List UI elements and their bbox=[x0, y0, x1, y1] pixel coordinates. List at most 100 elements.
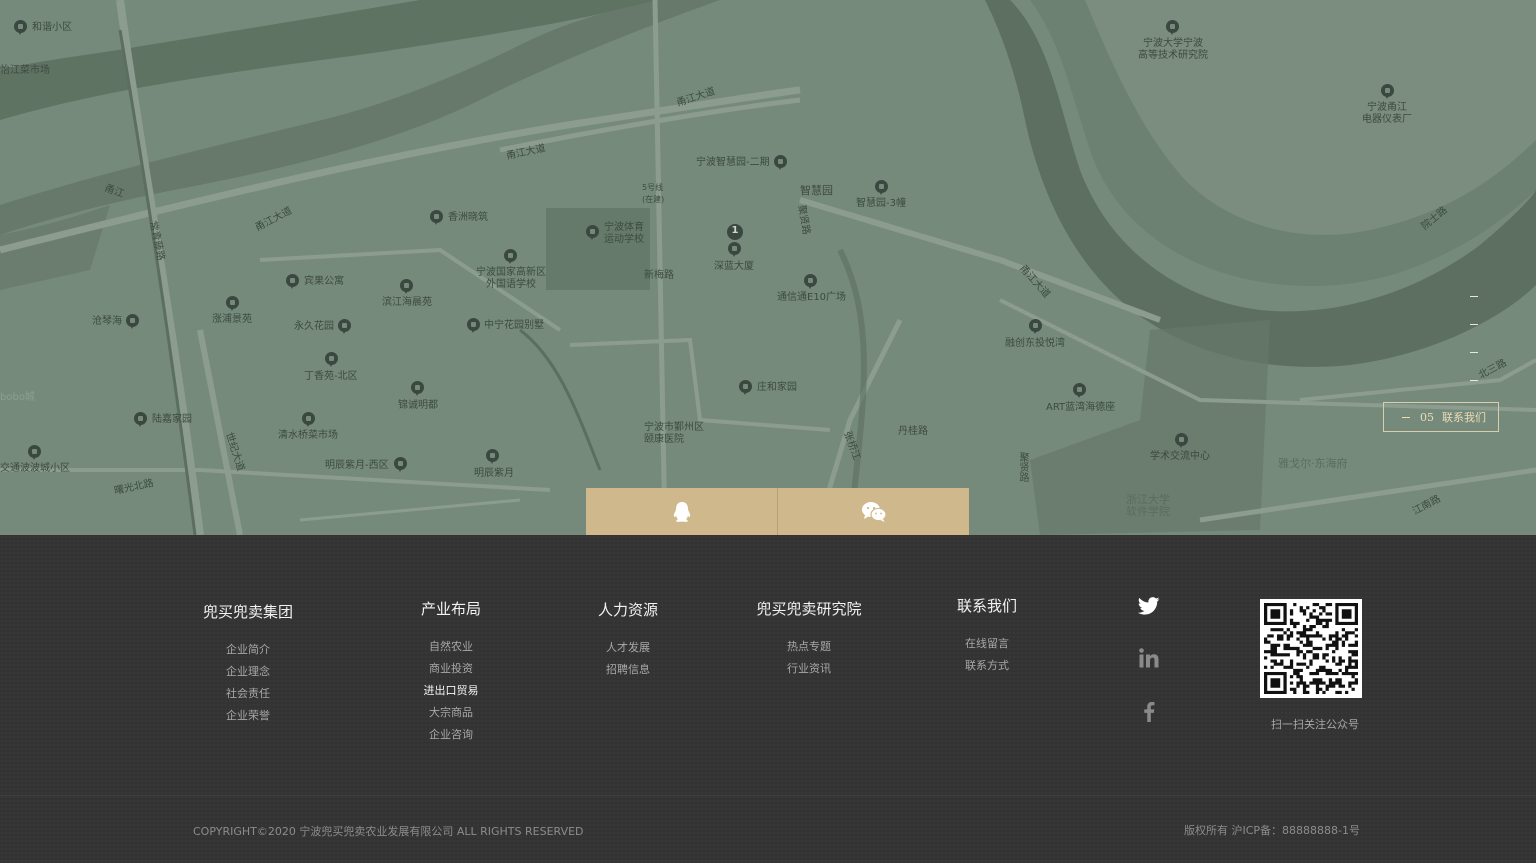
footer-link[interactable]: 企业简介 bbox=[190, 639, 306, 661]
map-label: 深蓝大厦 bbox=[714, 261, 754, 272]
twitter-icon bbox=[1138, 597, 1160, 615]
footer-link[interactable]: 自然农业 bbox=[411, 636, 491, 658]
qq-button[interactable] bbox=[586, 488, 777, 535]
map-label: 5号线 (在建) bbox=[642, 183, 665, 204]
map-label: 智慧园 bbox=[800, 184, 833, 197]
poi-icon bbox=[804, 274, 817, 289]
footer-link[interactable]: 行业资讯 bbox=[744, 658, 874, 680]
footer-column-research: 兜买兜卖研究院 热点专题 行业资讯 bbox=[744, 600, 874, 680]
map-label: 智慧园-3幢 bbox=[856, 198, 906, 209]
poi-icon bbox=[1381, 84, 1394, 99]
map-label: 锦诚明都 bbox=[398, 400, 438, 411]
footer-column-title[interactable]: 人力资源 bbox=[588, 601, 668, 619]
map-label: 宾果公寓 bbox=[304, 276, 344, 287]
poi-icon bbox=[1166, 20, 1179, 35]
poi-icon bbox=[411, 381, 424, 396]
poi-icon bbox=[126, 314, 139, 329]
footer-link[interactable]: 社会责任 bbox=[190, 683, 306, 705]
poi-icon bbox=[134, 412, 147, 427]
map-label: 和谐小区 bbox=[32, 22, 72, 33]
facebook-link[interactable] bbox=[1136, 699, 1162, 725]
footer-column-group: 兜买兜卖集团 企业简介 企业理念 社会责任 企业荣誉 bbox=[190, 603, 306, 727]
side-nav-dash bbox=[1402, 416, 1410, 418]
footer-link[interactable]: 人才发展 bbox=[588, 637, 668, 659]
contact-tabs bbox=[586, 488, 969, 535]
footer-column-title[interactable]: 联系我们 bbox=[947, 597, 1027, 615]
side-nav-dot[interactable] bbox=[1470, 352, 1478, 353]
map-label: 通信通E10广场 bbox=[777, 292, 847, 303]
poi-icon bbox=[226, 296, 239, 311]
map-label: 香洲晓筑 bbox=[448, 212, 488, 223]
linkedin-link[interactable] bbox=[1136, 645, 1162, 671]
footer-link[interactable]: 企业咨询 bbox=[411, 724, 491, 746]
footer-column-title[interactable]: 产业布局 bbox=[411, 600, 491, 618]
footer-link[interactable]: 商业投资 bbox=[411, 658, 491, 680]
footer-column-contact: 联系我们 在线留言 联系方式 bbox=[947, 597, 1027, 677]
map[interactable]: 和谐小区 怡江菜市场 宁波大学宁波 高等技术研究院 宁波甬江 电器仪表厂 甬江大… bbox=[0, 0, 1536, 535]
poi-icon bbox=[394, 457, 407, 472]
map-label: 丁香苑-北区 bbox=[304, 371, 358, 382]
map-label: 明辰紫月 bbox=[474, 468, 514, 479]
footer-column-title[interactable]: 兜买兜卖集团 bbox=[190, 603, 306, 621]
location-marker[interactable]: 1 bbox=[727, 224, 743, 240]
map-label: 中宁花园别墅 bbox=[484, 320, 544, 331]
map-label: 浙江大学 软件学院 bbox=[1126, 493, 1170, 518]
footer-link-active[interactable]: 进出口贸易 bbox=[411, 680, 491, 702]
footer-column-industry: 产业布局 自然农业 商业投资 进出口贸易 大宗商品 企业咨询 bbox=[411, 600, 491, 746]
map-label: 陆嘉家园 bbox=[152, 414, 192, 425]
footer-link[interactable]: 招聘信息 bbox=[588, 659, 668, 681]
poi-icon bbox=[302, 412, 315, 427]
poi-icon bbox=[774, 155, 787, 170]
map-label: 宁波大学宁波 高等技术研究院 bbox=[1138, 38, 1208, 61]
footer-divider bbox=[0, 795, 1536, 796]
poi-icon bbox=[14, 20, 27, 35]
side-nav-label: 联系我们 bbox=[1442, 411, 1486, 424]
poi-icon bbox=[325, 352, 338, 367]
copyright-text: COPYRIGHT©2020 宁波兜买兜卖农业发展有限公司 ALL RIGHTS… bbox=[193, 825, 584, 838]
map-label: 交通波波城小区 bbox=[0, 463, 70, 474]
wechat-icon bbox=[861, 501, 887, 522]
wechat-button[interactable] bbox=[777, 488, 969, 535]
facebook-icon bbox=[1144, 702, 1155, 722]
footer-link[interactable]: 在线留言 bbox=[947, 633, 1027, 655]
map-label: 沧琴海 bbox=[92, 316, 122, 327]
poi-icon bbox=[728, 242, 741, 257]
map-label: 宁波甬江 电器仪表厂 bbox=[1362, 102, 1412, 125]
map-label: 明辰紫月-西区 bbox=[325, 460, 389, 471]
twitter-link[interactable] bbox=[1136, 593, 1162, 619]
map-label: ART蓝湾海德座 bbox=[1046, 402, 1116, 413]
road-label: 丹桂路 bbox=[898, 426, 928, 437]
map-label: 清水桥菜市场 bbox=[278, 430, 338, 441]
poi-icon bbox=[739, 380, 752, 395]
qr-caption: 扫一扫关注公众号 bbox=[1271, 718, 1359, 731]
footer-column-hr: 人力资源 人才发展 招聘信息 bbox=[588, 601, 668, 681]
qq-icon bbox=[673, 501, 690, 522]
road-label: 聚贤路 bbox=[1017, 452, 1028, 482]
side-nav-dot[interactable] bbox=[1470, 380, 1478, 381]
side-nav-number: 05 bbox=[1420, 410, 1434, 424]
poi-icon bbox=[400, 279, 413, 294]
map-label: bobo城 bbox=[0, 392, 35, 403]
map-label: 雅戈尔·东海府 bbox=[1278, 457, 1348, 470]
poi-icon bbox=[467, 318, 480, 333]
map-label: 宁波国家高新区 外国语学校 bbox=[476, 267, 546, 290]
qr-code bbox=[1260, 599, 1362, 698]
side-nav-dot[interactable] bbox=[1470, 296, 1478, 297]
side-nav-dot[interactable] bbox=[1470, 324, 1478, 325]
side-nav-current[interactable]: 05 联系我们 bbox=[1383, 402, 1499, 432]
poi-icon bbox=[504, 249, 517, 264]
poi-icon bbox=[28, 445, 41, 460]
footer-link[interactable]: 企业荣誉 bbox=[190, 705, 306, 727]
poi-icon bbox=[1073, 383, 1086, 398]
poi-icon bbox=[486, 449, 499, 464]
poi-icon bbox=[1029, 319, 1042, 334]
footer-link[interactable]: 企业理念 bbox=[190, 661, 306, 683]
footer-link[interactable]: 联系方式 bbox=[947, 655, 1027, 677]
footer-column-title[interactable]: 兜买兜卖研究院 bbox=[744, 600, 874, 618]
footer-link[interactable]: 大宗商品 bbox=[411, 702, 491, 724]
footer-link[interactable]: 热点专题 bbox=[744, 636, 874, 658]
map-label: 涨浦景苑 bbox=[212, 314, 252, 325]
map-label: 怡江菜市场 bbox=[0, 65, 50, 76]
poi-icon bbox=[430, 210, 443, 225]
map-label: 滨江海晨苑 bbox=[382, 297, 432, 308]
